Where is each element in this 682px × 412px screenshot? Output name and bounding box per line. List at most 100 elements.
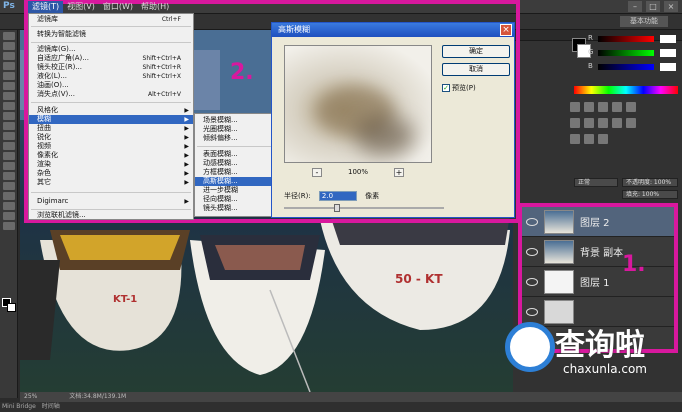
menu-item-surface-blur[interactable]: 表面模糊... — [195, 150, 271, 159]
vibrance-adjust-icon[interactable] — [626, 102, 636, 112]
menu-view[interactable]: 视图(V) — [63, 1, 99, 13]
radius-slider-thumb[interactable] — [334, 204, 340, 212]
type-tool-icon[interactable] — [3, 182, 15, 190]
layer-row[interactable]: 图层 2 — [522, 207, 674, 237]
lasso-tool-icon[interactable] — [3, 52, 15, 60]
shape-tool-icon[interactable] — [3, 202, 15, 210]
tab-mini-bridge[interactable]: Mini Bridge — [2, 403, 36, 410]
menu-item-vanishing-point[interactable]: 消失点(V)... Alt+Ctrl+V — [29, 90, 193, 99]
zoom-tool-icon[interactable] — [3, 222, 15, 230]
green-slider[interactable] — [598, 50, 654, 56]
zoom-out-button[interactable]: - — [312, 168, 322, 177]
maximize-icon[interactable]: □ — [646, 1, 660, 12]
menu-item-lens-correction[interactable]: 镜头校正(R)... Shift+Ctrl+R — [29, 63, 193, 72]
eye-icon[interactable] — [526, 277, 538, 286]
menu-item-browse-online[interactable]: 浏览联机滤镜... — [29, 211, 193, 220]
hand-tool-icon[interactable] — [3, 212, 15, 220]
blur-preview[interactable] — [284, 45, 432, 163]
brush-tool-icon[interactable] — [3, 102, 15, 110]
eyedropper-tool-icon[interactable] — [3, 82, 15, 90]
menu-item-noise[interactable]: 杂色 ▶ — [29, 169, 193, 178]
blue-slider[interactable] — [598, 64, 654, 70]
balance-adjust-icon[interactable] — [584, 118, 594, 128]
photo-filter-adjust-icon[interactable] — [612, 118, 622, 128]
menu-help[interactable]: 帮助(H) — [137, 1, 173, 13]
menu-item-lens-blur[interactable]: 镜头模糊... — [195, 204, 271, 213]
close-icon[interactable]: × — [664, 1, 678, 12]
hue-adjust-icon[interactable] — [570, 118, 580, 128]
layer-row[interactable]: 图层 1 — [522, 267, 674, 297]
mixer-adjust-icon[interactable] — [626, 118, 636, 128]
curves-adjust-icon[interactable] — [598, 102, 608, 112]
layer-row[interactable]: 背景 副本 — [522, 237, 674, 267]
menu-item-render[interactable]: 渲染 ▶ — [29, 160, 193, 169]
menu-window[interactable]: 窗口(W) — [99, 1, 137, 13]
eye-icon[interactable] — [526, 307, 538, 316]
red-slider[interactable] — [598, 36, 654, 42]
red-value-box[interactable] — [660, 35, 676, 43]
brightness-adjust-icon[interactable] — [570, 102, 580, 112]
marquee-tool-icon[interactable] — [3, 42, 15, 50]
quick-select-tool-icon[interactable] — [3, 62, 15, 70]
menu-item-other[interactable]: 其它 ▶ — [29, 178, 193, 187]
menu-item-iris-blur[interactable]: 光圈模糊... — [195, 125, 271, 134]
eye-icon[interactable] — [526, 247, 538, 256]
invert-adjust-icon[interactable] — [570, 134, 580, 144]
blur-tool-icon[interactable] — [3, 152, 15, 160]
menu-item-pixelate[interactable]: 像素化 ▶ — [29, 151, 193, 160]
gradient-tool-icon[interactable] — [3, 142, 15, 150]
menu-item-stylize[interactable]: 风格化 ▶ — [29, 106, 193, 115]
preview-checkbox[interactable]: ✓ 预览(P) — [442, 83, 476, 93]
blue-value-box[interactable] — [660, 63, 676, 71]
menu-item-sharpen[interactable]: 锐化 ▶ — [29, 133, 193, 142]
eye-icon[interactable] — [526, 217, 538, 226]
green-value-box[interactable] — [660, 49, 676, 57]
bw-adjust-icon[interactable] — [598, 118, 608, 128]
menu-item-box-blur[interactable]: 方框模糊... — [195, 168, 271, 177]
path-select-tool-icon[interactable] — [3, 192, 15, 200]
menu-item-adaptive-wide-angle[interactable]: 自适应广角(A)... Shift+Ctrl+A — [29, 54, 193, 63]
menu-item-distort[interactable]: 扭曲 ▶ — [29, 124, 193, 133]
menu-item-last-filter[interactable]: 滤镜库 Ctrl+F — [29, 15, 193, 24]
blend-mode-select[interactable]: 正常 — [574, 178, 618, 187]
menu-item-oil-paint[interactable]: 油画(O)... — [29, 81, 193, 90]
background-color-swatch[interactable] — [7, 303, 16, 312]
minimize-icon[interactable]: – — [628, 1, 642, 12]
menu-item-blur-more[interactable]: 进一步模糊 — [195, 186, 271, 195]
menu-item-tilt-shift[interactable]: 倾斜偏移... — [195, 134, 271, 143]
exposure-adjust-icon[interactable] — [612, 102, 622, 112]
healing-tool-icon[interactable] — [3, 92, 15, 100]
dialog-close-icon[interactable]: × — [500, 24, 512, 36]
menu-item-motion-blur[interactable]: 动感模糊... — [195, 159, 271, 168]
menu-item-smart-filter[interactable]: 转换为智能滤镜 — [29, 30, 193, 39]
menu-item-gaussian-blur[interactable]: 高斯模糊... — [195, 177, 271, 186]
menu-item-video[interactable]: 视频 ▶ — [29, 142, 193, 151]
eraser-tool-icon[interactable] — [3, 132, 15, 140]
levels-adjust-icon[interactable] — [584, 102, 594, 112]
cancel-button[interactable]: 取消 — [442, 63, 510, 76]
ok-button[interactable]: 确定 — [442, 45, 510, 58]
color-spectrum-bar[interactable] — [574, 86, 678, 94]
radius-slider-track[interactable] — [284, 207, 444, 209]
menu-item-filter-gallery[interactable]: 滤镜库(G)... — [29, 45, 193, 54]
menu-item-radial-blur[interactable]: 径向模糊... — [195, 195, 271, 204]
dodge-tool-icon[interactable] — [3, 162, 15, 170]
tab-timeline[interactable]: 时间轴 — [42, 403, 60, 410]
opacity-field[interactable]: 不透明度: 100% — [622, 178, 678, 187]
pen-tool-icon[interactable] — [3, 172, 15, 180]
menu-item-blur[interactable]: 模糊 ▶ — [29, 115, 193, 124]
menu-item-field-blur[interactable]: 场景模糊... — [195, 116, 271, 125]
zoom-in-button[interactable]: + — [394, 168, 404, 177]
history-brush-tool-icon[interactable] — [3, 122, 15, 130]
stamp-tool-icon[interactable] — [3, 112, 15, 120]
menu-filter[interactable]: 滤镜(T) — [28, 1, 64, 13]
fill-field[interactable]: 填充: 100% — [622, 190, 678, 199]
menu-item-liquify[interactable]: 液化(L)... Shift+Ctrl+X — [29, 72, 193, 81]
move-tool-icon[interactable] — [3, 32, 15, 40]
menu-item-digimarc[interactable]: Digimarc ▶ — [29, 197, 193, 206]
workspace-switcher[interactable]: 基本功能 — [620, 16, 668, 27]
posterize-adjust-icon[interactable] — [584, 134, 594, 144]
threshold-adjust-icon[interactable] — [598, 134, 608, 144]
crop-tool-icon[interactable] — [3, 72, 15, 80]
radius-input[interactable] — [318, 191, 357, 201]
